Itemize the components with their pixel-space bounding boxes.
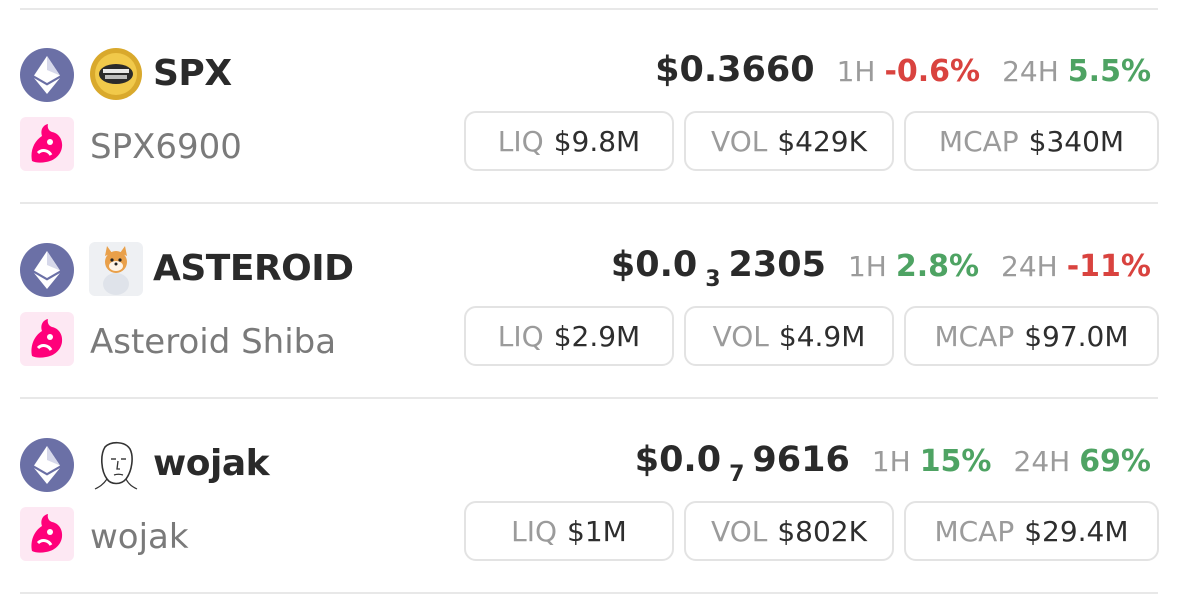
uniswap-icon bbox=[20, 312, 74, 366]
token-name: SPX6900 bbox=[90, 127, 242, 167]
market-cap-value: $97.0M bbox=[1024, 319, 1129, 353]
wojak-face-icon bbox=[89, 437, 143, 491]
price-line: $0.3660 1H -0.6% 24H 5.5% bbox=[655, 46, 1151, 94]
ethereum-icon bbox=[20, 48, 74, 102]
price-line: $0.0 7 9616 1H 15% 24H 69% bbox=[635, 436, 1151, 487]
liquidity-label: LIQ bbox=[497, 319, 544, 353]
change-1h-label: 1H bbox=[847, 250, 887, 283]
liquidity-label: LIQ bbox=[497, 124, 544, 158]
token-price: $0.0 7 9616 bbox=[634, 440, 850, 487]
market-cap-label: MCAP bbox=[934, 514, 1015, 548]
uniswap-icon bbox=[20, 507, 74, 561]
change-24h-label: 24H bbox=[1001, 250, 1058, 283]
ethereum-icon bbox=[20, 438, 74, 492]
volume-badge[interactable]: VOL $429K bbox=[684, 111, 894, 171]
market-cap-badge[interactable]: MCAP $340M bbox=[904, 111, 1159, 171]
liquidity-badge[interactable]: LIQ $2.9M bbox=[464, 306, 674, 366]
change-24h-value: -11% bbox=[1066, 249, 1151, 284]
change-1h-value: 2.8% bbox=[895, 249, 980, 284]
ethereum-icon bbox=[20, 243, 74, 297]
liquidity-value: $2.9M bbox=[553, 319, 641, 353]
volume-badge[interactable]: VOL $4.9M bbox=[684, 306, 894, 366]
liquidity-value: $9.8M bbox=[553, 124, 641, 158]
token-row[interactable]: SPX SPX6900 $0.3660 1H -0.6% 24H 5.5% LI… bbox=[0, 0, 1179, 194]
liquidity-badge[interactable]: LIQ $1M bbox=[464, 501, 674, 561]
volume-label: VOL bbox=[712, 319, 769, 353]
market-cap-value: $29.4M bbox=[1024, 514, 1129, 548]
volume-value: $802K bbox=[777, 514, 867, 548]
token-row[interactable]: ASTEROID Asteroid Shiba $0.0 3 2305 1H 2.8… bbox=[0, 195, 1179, 389]
token-price: $0.0 3 2305 bbox=[610, 245, 826, 292]
change-24h-label: 24H bbox=[1002, 55, 1059, 88]
market-cap-label: MCAP bbox=[934, 319, 1015, 353]
token-symbol: ASTEROID bbox=[153, 248, 354, 289]
token-name: wojak bbox=[90, 517, 189, 557]
volume-value: $4.9M bbox=[778, 319, 866, 353]
uniswap-icon bbox=[20, 117, 74, 171]
change-1h-label: 1H bbox=[871, 445, 911, 478]
price-zero-count: 7 bbox=[729, 462, 745, 487]
spx-coin-icon bbox=[89, 47, 143, 101]
change-1h-value: -0.6% bbox=[884, 54, 981, 89]
change-24h-value: 5.5% bbox=[1067, 54, 1151, 89]
change-24h-label: 24H bbox=[1013, 445, 1071, 478]
liquidity-value: $1M bbox=[567, 514, 627, 548]
liquidity-badge[interactable]: LIQ $9.8M bbox=[464, 111, 674, 171]
token-row[interactable]: wojak wojak $0.0 7 9616 1H 15% 24H 69% LIQ… bbox=[0, 390, 1179, 584]
change-24h-value: 69% bbox=[1079, 444, 1151, 479]
price-zero-count: 3 bbox=[705, 267, 721, 292]
token-name: Asteroid Shiba bbox=[90, 322, 337, 362]
token-symbol: wojak bbox=[153, 443, 270, 484]
price-line: $0.0 3 2305 1H 2.8% 24H -11% bbox=[611, 241, 1151, 292]
volume-badge[interactable]: VOL $802K bbox=[684, 501, 894, 561]
change-1h-value: 15% bbox=[919, 444, 992, 479]
change-1h-label: 1H bbox=[836, 55, 876, 88]
volume-label: VOL bbox=[711, 124, 768, 158]
volume-value: $429K bbox=[777, 124, 867, 158]
liquidity-label: LIQ bbox=[511, 514, 558, 548]
market-cap-label: MCAP bbox=[938, 124, 1019, 158]
list-divider bbox=[20, 592, 1158, 594]
token-symbol: SPX bbox=[153, 53, 232, 94]
market-cap-value: $340M bbox=[1028, 124, 1125, 158]
volume-label: VOL bbox=[711, 514, 768, 548]
market-cap-badge[interactable]: MCAP $97.0M bbox=[904, 306, 1159, 366]
market-cap-badge[interactable]: MCAP $29.4M bbox=[904, 501, 1159, 561]
token-price: $0.3660 bbox=[655, 50, 815, 90]
shiba-astronaut-icon bbox=[89, 242, 143, 296]
